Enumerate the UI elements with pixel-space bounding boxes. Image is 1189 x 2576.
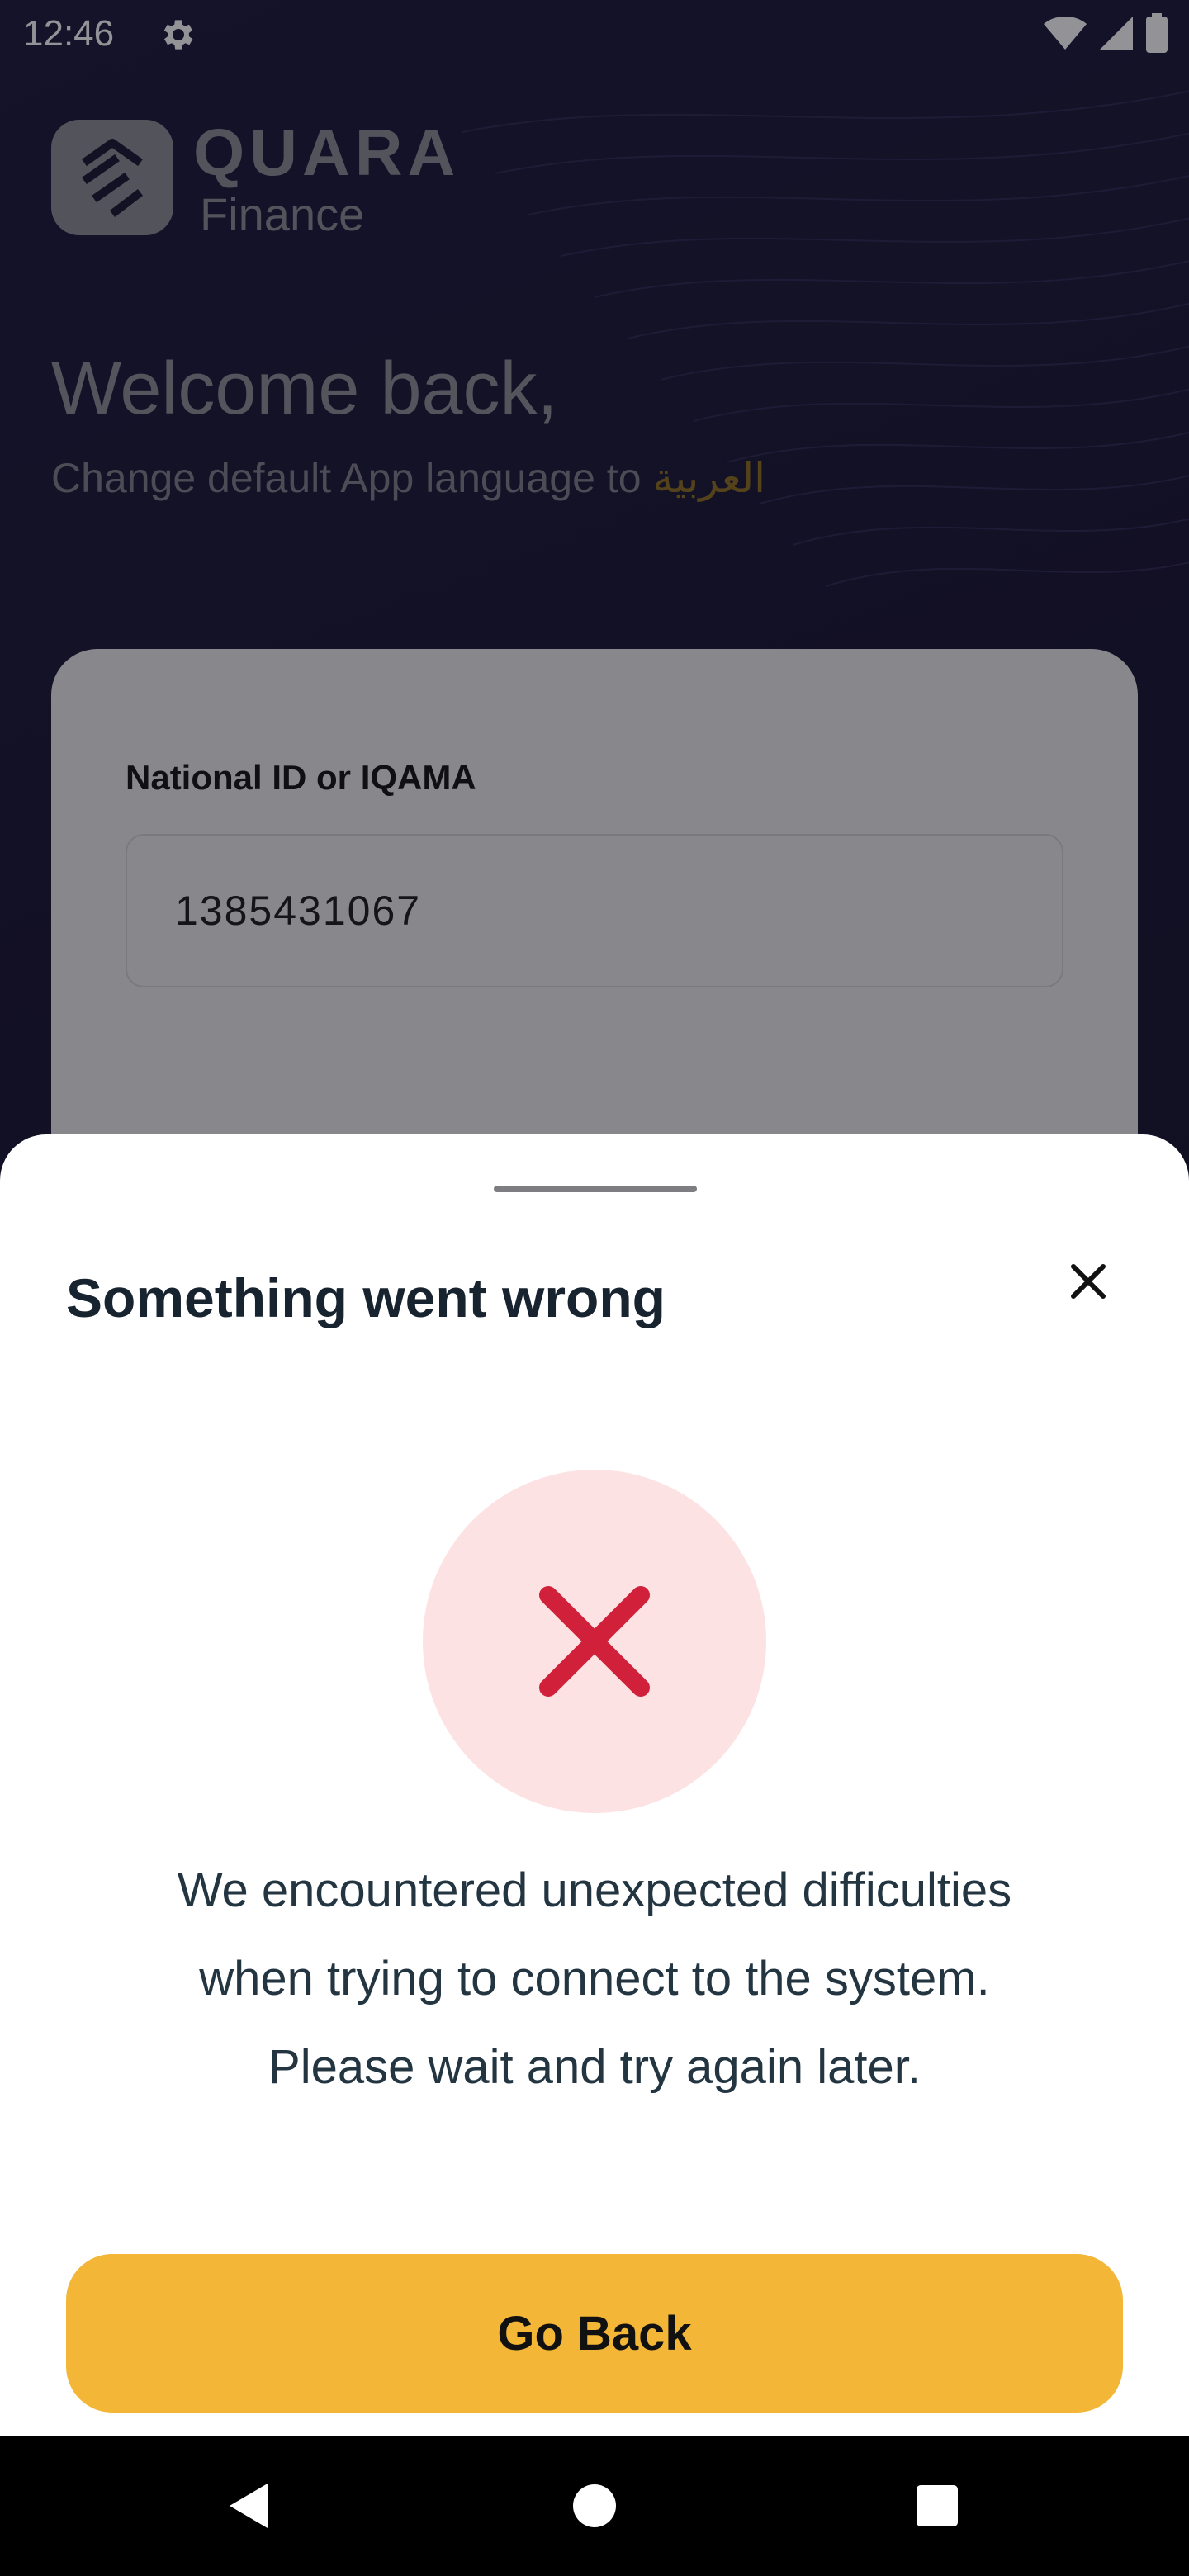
error-message: We encountered unexpected difficulties w…: [66, 1846, 1123, 2111]
sheet-drag-handle[interactable]: [494, 1186, 697, 1192]
back-icon[interactable]: [221, 2477, 279, 2535]
close-button[interactable]: [1057, 1250, 1120, 1313]
error-message-line: Please wait and try again later.: [268, 2040, 921, 2094]
close-icon: [1071, 1264, 1106, 1299]
system-navigation-bar: [0, 2436, 1189, 2576]
home-icon[interactable]: [566, 2477, 623, 2535]
sheet-title: Something went wrong: [66, 1267, 666, 1328]
recents-icon[interactable]: [908, 2477, 966, 2535]
error-message-line: We encountered unexpected difficulties: [177, 1863, 1012, 1917]
error-message-line: when trying to connect to the system.: [199, 1952, 990, 2005]
error-bottom-sheet: Something went wrong We encountered unex…: [0, 1134, 1189, 2436]
go-back-button[interactable]: Go Back: [66, 2254, 1123, 2413]
error-x-icon: [539, 1586, 650, 1697]
error-status-badge: [423, 1470, 766, 1813]
